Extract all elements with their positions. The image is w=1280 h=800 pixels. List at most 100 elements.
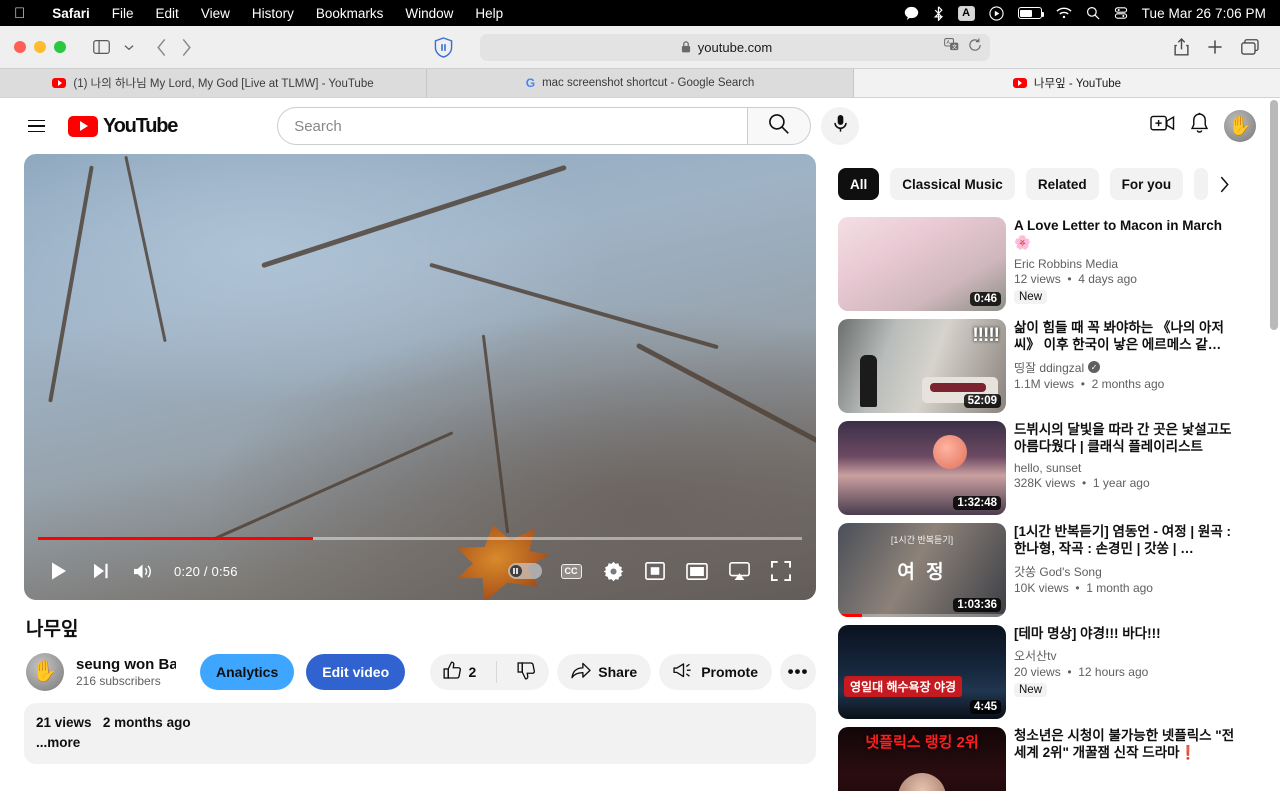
channel-avatar[interactable]: ✋: [26, 653, 64, 691]
scrollbar-thumb[interactable]: [1270, 100, 1278, 330]
translate-icon[interactable]: A文: [944, 38, 959, 56]
search-icon[interactable]: [1086, 6, 1100, 20]
wifi-icon[interactable]: [1056, 7, 1072, 19]
recommendation-channel[interactable]: 오서산tv: [1014, 647, 1238, 664]
recommendation-channel[interactable]: hello, sunset: [1014, 461, 1238, 475]
recommendation-item[interactable]: 영일대 해수욕장 야경 4:45 [테마 명상] 야경!!! 바다!!! 오서산…: [838, 625, 1240, 719]
menu-edit[interactable]: Edit: [145, 6, 190, 21]
recommendation-channel[interactable]: Eric Robbins Media: [1014, 257, 1238, 271]
play-circle-icon[interactable]: [989, 6, 1004, 21]
new-badge: New: [1014, 683, 1047, 697]
hamburger-menu-icon[interactable]: [16, 106, 56, 146]
progress-bar[interactable]: [38, 537, 802, 540]
bell-icon[interactable]: [1189, 112, 1210, 140]
chip-all[interactable]: All: [838, 168, 879, 200]
captions-button[interactable]: CC: [550, 550, 592, 592]
promote-button[interactable]: Promote: [659, 654, 772, 690]
share-button[interactable]: Share: [557, 654, 651, 690]
video-description-box[interactable]: 21 views 2 months ago ...more: [24, 703, 816, 764]
chip-for-you[interactable]: For you: [1110, 168, 1184, 200]
page-scrollbar[interactable]: [1270, 98, 1278, 791]
minimize-window-button[interactable]: [34, 41, 46, 53]
reload-icon[interactable]: [968, 38, 982, 57]
youtube-logo[interactable]: YouTube: [68, 115, 177, 138]
video-thumbnail[interactable]: !!!!! 52:09: [838, 319, 1006, 413]
menu-file[interactable]: File: [101, 6, 145, 21]
airplay-icon[interactable]: [718, 550, 760, 592]
recommendation-title[interactable]: [테마 명상] 야경!!! 바다!!!: [1014, 625, 1238, 642]
recommendation-stats: 12 views • 4 days ago: [1014, 272, 1238, 286]
browser-tab-1[interactable]: (1) 나의 하나님 My Lord, My God [Live at TLMW…: [0, 69, 427, 97]
recommendation-title[interactable]: 삶이 힘들 때 꼭 봐야하는 《나의 아저씨》 이후 한국이 낳은 에르메스 같…: [1014, 319, 1238, 354]
autoplay-toggle[interactable]: [508, 563, 542, 579]
close-window-button[interactable]: [14, 41, 26, 53]
maximize-window-button[interactable]: [54, 41, 66, 53]
fullscreen-icon[interactable]: [760, 550, 802, 592]
menu-bookmarks[interactable]: Bookmarks: [305, 6, 395, 21]
browser-tab-3-active[interactable]: 나무잎 - YouTube: [854, 69, 1280, 97]
video-thumbnail[interactable]: 0:46: [838, 217, 1006, 311]
gear-icon[interactable]: [592, 550, 634, 592]
menu-help[interactable]: Help: [464, 6, 514, 21]
dislike-button[interactable]: [504, 654, 549, 690]
create-video-icon[interactable]: [1150, 114, 1175, 138]
voice-search-button[interactable]: [821, 107, 859, 145]
search-input[interactable]: [294, 118, 731, 135]
menu-history[interactable]: History: [241, 6, 305, 21]
input-source-icon[interactable]: A: [958, 6, 975, 21]
video-thumbnail[interactable]: 영일대 해수욕장 야경 4:45: [838, 625, 1006, 719]
chevron-right-icon[interactable]: [1208, 168, 1240, 200]
control-center-icon[interactable]: [1114, 6, 1128, 20]
browser-tab-2[interactable]: G mac screenshot shortcut - Google Searc…: [427, 69, 854, 97]
recommendation-channel[interactable]: 띵잘 ddingzal ✓: [1014, 359, 1238, 376]
recommendation-title[interactable]: 청소년은 시청이 불가능한 넷플릭스 "전세계 2위" 개꿀잼 신작 드라마❗: [1014, 727, 1238, 762]
menu-bar-clock[interactable]: Tue Mar 26 7:06 PM: [1142, 6, 1266, 21]
recommendation-title[interactable]: [1시간 반복듣기] 염동언 - 여정 | 원곡 : 한나형, 작곡 : 손경민…: [1014, 523, 1238, 558]
user-avatar[interactable]: ✋: [1224, 110, 1256, 142]
new-tab-plus-icon[interactable]: [1200, 34, 1230, 60]
video-thumbnail[interactable]: 1:32:48: [838, 421, 1006, 515]
menu-window[interactable]: Window: [394, 6, 464, 21]
recommendation-item[interactable]: !!!!! 52:09 삶이 힘들 때 꼭 봐야하는 《나의 아저씨》 이후 한…: [838, 319, 1240, 413]
message-icon[interactable]: [904, 6, 919, 20]
menu-view[interactable]: View: [190, 6, 241, 21]
search-input-wrapper[interactable]: [277, 107, 747, 145]
recommendation-item[interactable]: 0:46 A Love Letter to Macon in March 🌸 E…: [838, 217, 1240, 311]
recommendation-item[interactable]: 1:32:48 드뷔시의 달빛을 따라 간 곳은 낯설고도 아름다웠다 | 클래…: [838, 421, 1240, 515]
sidebar-icon[interactable]: [86, 34, 117, 60]
analytics-button[interactable]: Analytics: [200, 654, 294, 690]
recommendation-item[interactable]: [1시간 반복듣기] 여 정 1:03:36 [1시간 반복듣기] 염동언 - …: [838, 523, 1240, 617]
theater-mode-icon[interactable]: [676, 550, 718, 592]
video-player[interactable]: 0:20 / 0:56 CC: [24, 154, 816, 600]
chip-classical-music[interactable]: Classical Music: [890, 168, 1015, 200]
forward-arrow-icon[interactable]: [174, 34, 199, 60]
address-bar[interactable]: youtube.com A文: [480, 34, 990, 61]
chip-related[interactable]: Related: [1026, 168, 1099, 200]
play-icon[interactable]: [38, 550, 80, 592]
more-actions-button[interactable]: •••: [780, 654, 816, 690]
next-track-icon[interactable]: [80, 550, 122, 592]
menu-safari[interactable]: Safari: [41, 6, 101, 21]
show-more-link[interactable]: ...more: [36, 735, 804, 750]
channel-name[interactable]: seung won Baeck: [76, 656, 176, 673]
recommendation-channel[interactable]: 갓쏭 God's Song: [1014, 563, 1238, 580]
battery-icon[interactable]: [1018, 7, 1042, 19]
chip-partial[interactable]: [1194, 168, 1208, 200]
video-thumbnail[interactable]: 넷플릭스 랭킹 2위: [838, 727, 1006, 791]
apple-logo-icon[interactable]: : [14, 6, 25, 21]
volume-icon[interactable]: [122, 550, 164, 592]
video-thumbnail[interactable]: [1시간 반복듣기] 여 정 1:03:36: [838, 523, 1006, 617]
miniplayer-icon[interactable]: [634, 550, 676, 592]
recommendation-item[interactable]: 넷플릭스 랭킹 2위 청소년은 시청이 불가능한 넷플릭스 "전세계 2위" 개…: [838, 727, 1240, 791]
privacy-shield-icon[interactable]: [427, 34, 460, 60]
recommendation-title[interactable]: A Love Letter to Macon in March 🌸: [1014, 217, 1238, 252]
edit-video-button[interactable]: Edit video: [306, 654, 405, 690]
like-button[interactable]: 2: [430, 654, 489, 690]
chevron-down-icon[interactable]: [117, 34, 141, 60]
tabs-overview-icon[interactable]: [1234, 34, 1266, 60]
back-arrow-icon[interactable]: [149, 34, 174, 60]
recommendation-title[interactable]: 드뷔시의 달빛을 따라 간 곳은 낯설고도 아름다웠다 | 클래식 플레이리스트: [1014, 421, 1238, 456]
share-icon[interactable]: [1167, 34, 1196, 60]
search-submit-button[interactable]: [747, 107, 811, 145]
bluetooth-icon[interactable]: [933, 6, 944, 21]
